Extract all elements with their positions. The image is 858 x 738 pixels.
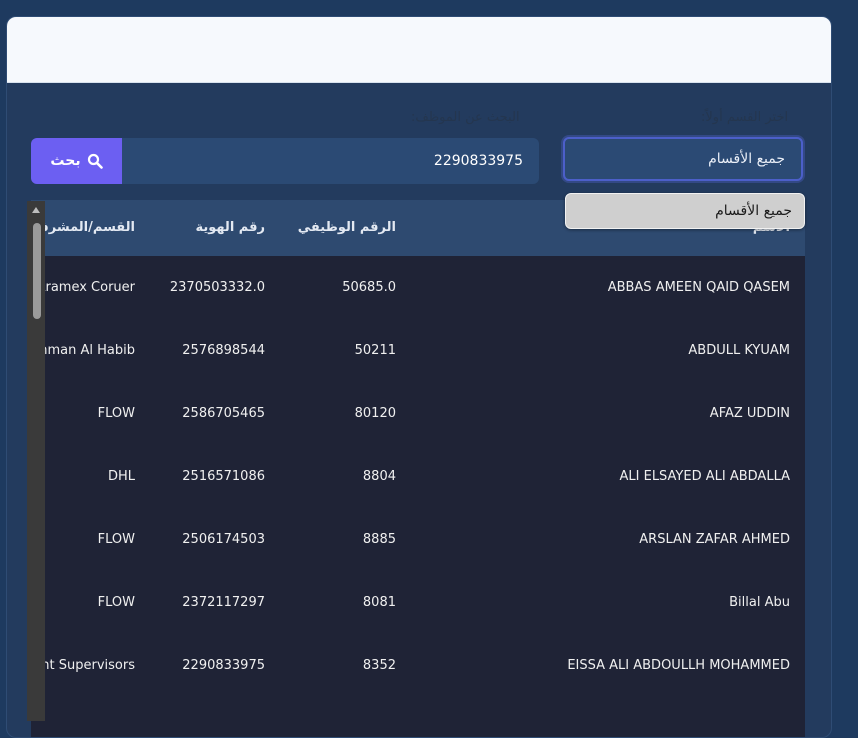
cell-employee-number: 8885 bbox=[362, 532, 396, 547]
search-label: البحث عن الموظف: bbox=[411, 110, 520, 125]
header-id-number[interactable]: رقم الهوية bbox=[145, 200, 265, 256]
table-row[interactable]: FLOW 2586705465 80120 AFAZ UDDIN bbox=[31, 382, 805, 445]
table-row[interactable]: Aramex Coruer 2370503332.0 50685.0 ABBAS… bbox=[31, 256, 805, 319]
department-option-all[interactable]: جميع الأقسام bbox=[565, 193, 805, 229]
cell-name: ARSLAN ZAFAR AHMED bbox=[639, 532, 790, 547]
table-row[interactable]: FLOW 2506174503 8885 ARSLAN ZAFAR AHMED bbox=[31, 508, 805, 571]
table-row[interactable]: Othman Al Habib 2576898544 50211 ABDULL … bbox=[31, 319, 805, 382]
cell-department: Restaurant Supervisors bbox=[31, 658, 135, 673]
cell-department: FLOW bbox=[97, 532, 135, 547]
card-body: اختر القسم أولاً: البحث عن الموظف: جميع … bbox=[7, 83, 831, 737]
scroll-thumb[interactable] bbox=[33, 223, 41, 319]
cell-employee-number: 8081 bbox=[362, 595, 396, 610]
cell-id-number: 2576898544 bbox=[182, 343, 265, 358]
department-select[interactable]: جميع الأقسام bbox=[563, 137, 803, 181]
main-card: اختر القسم أولاً: البحث عن الموظف: جميع … bbox=[6, 16, 832, 738]
cell-name: ABDULL KYUAM bbox=[688, 343, 790, 358]
header-employee-number[interactable]: الرقم الوظيفي bbox=[276, 200, 396, 256]
search-button[interactable]: بحث bbox=[31, 138, 122, 184]
cell-department: FLOW bbox=[97, 406, 135, 421]
search-input[interactable] bbox=[122, 138, 539, 184]
cell-id-number: 2290833975 bbox=[182, 658, 265, 673]
header-department[interactable]: القسم/المشرف bbox=[31, 200, 135, 256]
cell-id-number: 2372117297 bbox=[182, 595, 265, 610]
cell-employee-number: 80120 bbox=[354, 406, 396, 421]
cell-name: AFAZ UDDIN bbox=[709, 406, 790, 421]
cell-department: Aramex Coruer bbox=[36, 280, 135, 295]
department-label: اختر القسم أولاً: bbox=[701, 110, 789, 125]
table-scrollbar[interactable] bbox=[27, 201, 45, 721]
cell-name: EISSA ALI ABDOULLH MOHAMMED bbox=[567, 658, 790, 673]
cell-employee-number: 50685.0 bbox=[342, 280, 396, 295]
search-icon bbox=[87, 153, 103, 169]
cell-name: Billal Abu bbox=[729, 595, 790, 610]
search-button-label: بحث bbox=[50, 153, 81, 169]
table-row[interactable]: DHL 2516571086 8804 ALI ELSAYED ALI ABDA… bbox=[31, 445, 805, 508]
employees-table: القسم/المشرف رقم الهوية الرقم الوظيفي ال… bbox=[31, 200, 805, 737]
cell-department: DHL bbox=[107, 469, 135, 484]
cell-employee-number: 8804 bbox=[362, 469, 396, 484]
scroll-up-arrow-icon[interactable] bbox=[32, 207, 40, 213]
cell-name: ABBAS AMEEN QAID QASEM bbox=[607, 280, 790, 295]
table-row[interactable]: FLOW 2372117297 8081 Billal Abu bbox=[31, 571, 805, 634]
cell-id-number: 2586705465 bbox=[182, 406, 265, 421]
table-row[interactable]: Restaurant Supervisors 2290833975 8352 E… bbox=[31, 634, 805, 697]
cell-employee-number: 50211 bbox=[354, 343, 396, 358]
cell-id-number: 2516571086 bbox=[182, 469, 265, 484]
card-header bbox=[7, 17, 831, 83]
cell-department: Othman Al Habib bbox=[31, 343, 135, 358]
cell-employee-number: 8352 bbox=[362, 658, 396, 673]
cell-id-number: 2506174503 bbox=[182, 532, 265, 547]
cell-id-number: 2370503332.0 bbox=[169, 280, 265, 295]
cell-name: ALI ELSAYED ALI ABDALLA bbox=[619, 469, 791, 484]
cell-department: FLOW bbox=[97, 595, 135, 610]
